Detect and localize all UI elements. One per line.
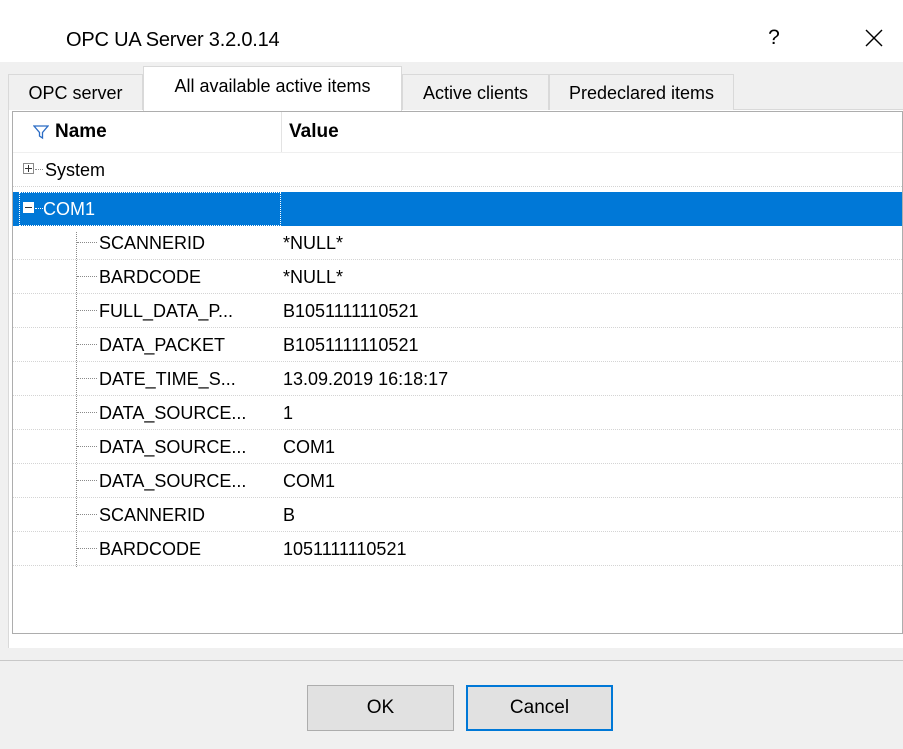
- tree-branch: [77, 446, 97, 448]
- item-name: DATE_TIME_S...: [99, 369, 236, 389]
- item-name: FULL_DATA_P...: [99, 301, 234, 321]
- tree-branch: [77, 514, 97, 516]
- item-value: 13.09.2019 16:18:17: [283, 369, 449, 389]
- close-button[interactable]: [852, 18, 896, 58]
- expand-icon[interactable]: [23, 163, 34, 174]
- item-name: SCANNERID: [99, 233, 206, 253]
- item-name: SCANNERID: [99, 505, 206, 525]
- tree-branch: [77, 242, 97, 244]
- column-separator[interactable]: [281, 112, 282, 152]
- item-name: DATA_SOURCE...: [99, 471, 247, 491]
- window-title: OPC UA Server 3.2.0.14: [66, 29, 280, 51]
- item-name: DATA_PACKET: [99, 335, 226, 355]
- cancel-button[interactable]: Cancel: [466, 685, 613, 731]
- tab-all-available-active-items[interactable]: All available active items: [143, 66, 402, 111]
- tree-branch: [77, 378, 97, 380]
- column-header-value[interactable]: Value: [289, 112, 339, 152]
- item-value: B1051111110521: [283, 335, 419, 355]
- collapse-icon[interactable]: [23, 202, 34, 213]
- item-value: B: [283, 505, 296, 525]
- ok-button[interactable]: OK: [307, 685, 454, 731]
- tree-branch: [77, 412, 97, 414]
- table-row[interactable]: DATA_SOURCE... COM1: [13, 464, 902, 498]
- items-tree-grid[interactable]: Name Value System COM1 SCANNERID *NULL*: [12, 111, 903, 634]
- tree-branch: [77, 276, 97, 278]
- tree-branch: [77, 548, 97, 550]
- tree-group-com1[interactable]: COM1: [13, 192, 902, 226]
- table-row[interactable]: DATA_SOURCE... 1: [13, 396, 902, 430]
- item-value: COM1: [283, 437, 336, 457]
- item-value: COM1: [283, 471, 336, 491]
- item-value: *NULL*: [283, 233, 344, 253]
- table-row[interactable]: DATE_TIME_S... 13.09.2019 16:18:17: [13, 362, 902, 396]
- close-icon: [865, 29, 883, 47]
- table-row[interactable]: SCANNERID *NULL*: [13, 226, 902, 260]
- help-button[interactable]: ?: [752, 18, 796, 58]
- footer-divider: [0, 660, 903, 661]
- filter-icon[interactable]: [33, 124, 49, 140]
- tree-branch: [35, 208, 43, 210]
- tree-group-label: System: [45, 160, 106, 180]
- item-value: 1: [283, 403, 294, 423]
- item-name: DATA_SOURCE...: [99, 403, 247, 423]
- item-value: 1051111110521: [283, 539, 407, 559]
- column-header-name[interactable]: Name: [55, 112, 107, 152]
- tree-branch: [35, 169, 43, 171]
- item-name: BARDCODE: [99, 267, 202, 287]
- table-row[interactable]: SCANNERID B: [13, 498, 902, 532]
- tab-opc-server[interactable]: OPC server: [8, 74, 143, 110]
- tree-branch: [77, 480, 97, 482]
- item-value: B1051111110521: [283, 301, 419, 321]
- table-row[interactable]: BARDCODE 1051111110521: [13, 532, 902, 566]
- table-row[interactable]: DATA_PACKET B1051111110521: [13, 328, 902, 362]
- table-row[interactable]: BARDCODE *NULL*: [13, 260, 902, 294]
- dialog-window: OPC UA Server 3.2.0.14 ? OPC server All …: [0, 0, 903, 749]
- tab-predeclared-items[interactable]: Predeclared items: [549, 74, 734, 110]
- title-bar[interactable]: OPC UA Server 3.2.0.14 ?: [0, 0, 903, 62]
- item-name: BARDCODE: [99, 539, 202, 559]
- tree-branch: [77, 310, 97, 312]
- table-row[interactable]: FULL_DATA_P... B1051111110521: [13, 294, 902, 328]
- tree-group-label: COM1: [43, 199, 96, 219]
- item-name: DATA_SOURCE...: [99, 437, 247, 457]
- tree-group-system[interactable]: System: [13, 153, 902, 187]
- table-row[interactable]: DATA_SOURCE... COM1: [13, 430, 902, 464]
- tree-branch: [77, 344, 97, 346]
- grid-header: Name Value: [13, 112, 902, 153]
- tab-active-clients[interactable]: Active clients: [402, 74, 549, 110]
- item-value: *NULL*: [283, 267, 344, 287]
